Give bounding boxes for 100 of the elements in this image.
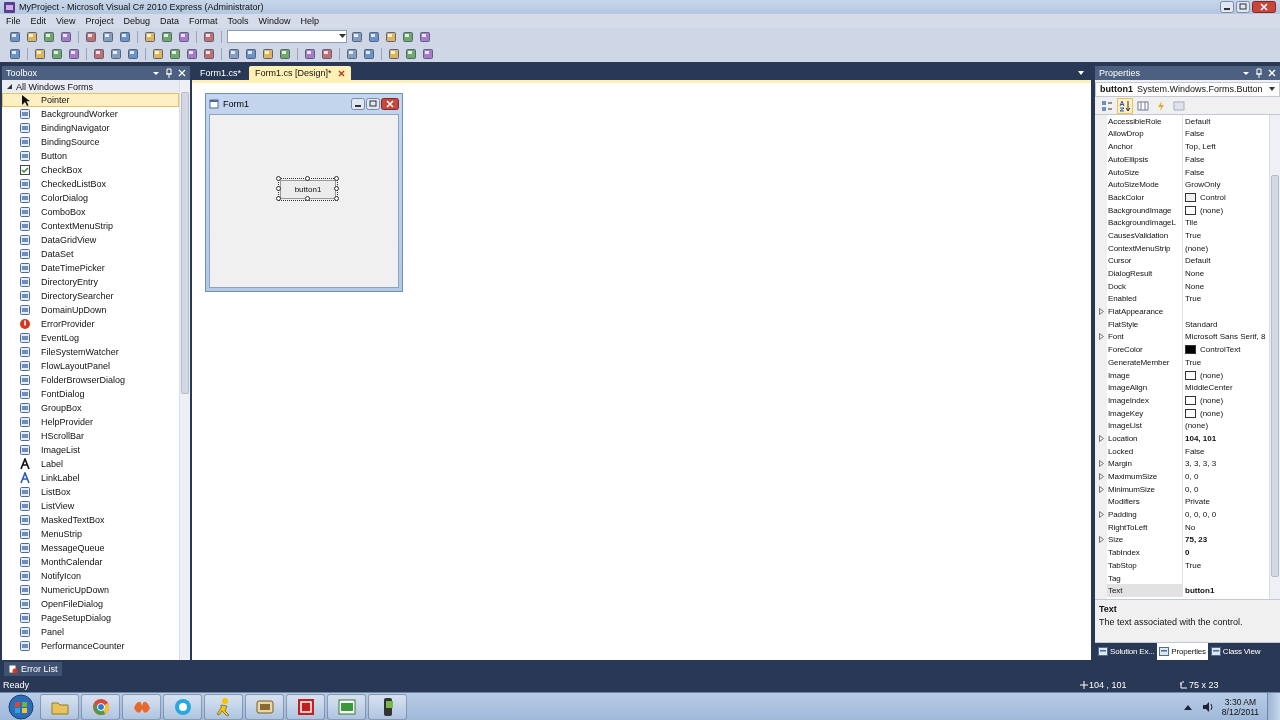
toolbar-button[interactable]: [109, 46, 123, 61]
toolbar-button[interactable]: [350, 29, 364, 44]
toolbox-item[interactable]: BackgroundWorker: [2, 107, 179, 121]
toolbox-item[interactable]: FolderBrowserDialog: [2, 373, 179, 387]
error-list-tab[interactable]: Error List: [4, 662, 62, 676]
toolbar-button[interactable]: [67, 46, 81, 61]
toolbar-button[interactable]: [320, 46, 334, 61]
toolbar-button[interactable]: [418, 29, 432, 44]
minimize-button[interactable]: [351, 98, 365, 110]
property-row[interactable]: AutoSizeMode GrowOnly: [1095, 178, 1269, 192]
menu-item[interactable]: Help: [296, 16, 325, 26]
toolbar-button[interactable]: [101, 29, 115, 44]
toolbar-button[interactable]: [401, 29, 415, 44]
toolbox-item[interactable]: NumericUpDown: [2, 583, 179, 597]
property-row[interactable]: ForeColor ControlText: [1095, 343, 1269, 356]
toolbar-button[interactable]: [42, 29, 56, 44]
menu-item[interactable]: Window: [254, 16, 297, 26]
toolbox-item[interactable]: NotifyIcon: [2, 569, 179, 583]
toolbox-item[interactable]: PageSetupDialog: [2, 611, 179, 625]
toolbox-item[interactable]: ListView: [2, 499, 179, 513]
menu-item[interactable]: Edit: [26, 16, 53, 26]
toolbox-item[interactable]: MaskedTextBox: [2, 513, 179, 527]
toolbox-item[interactable]: LinkLabel: [2, 471, 179, 485]
toolbox-item[interactable]: HScrollBar: [2, 429, 179, 443]
toolbox-item[interactable]: MessageQueue: [2, 541, 179, 555]
property-row[interactable]: ImageIndex (none): [1095, 394, 1269, 407]
property-row[interactable]: MaximumSize 0, 0: [1095, 470, 1269, 483]
toolbar-button[interactable]: [160, 29, 174, 44]
toolbar-button[interactable]: [303, 46, 317, 61]
expand-icon[interactable]: [1098, 333, 1104, 341]
dropdown-icon[interactable]: [152, 69, 160, 77]
resize-handle[interactable]: [305, 196, 310, 201]
toolbox-item[interactable]: Pointer: [2, 93, 179, 107]
toolbar-button[interactable]: [384, 29, 398, 44]
close-button[interactable]: [381, 98, 399, 110]
toolbar-button[interactable]: [8, 29, 22, 44]
menu-item[interactable]: Tools: [223, 16, 255, 26]
toolbar-button[interactable]: [202, 29, 216, 44]
document-tab[interactable]: Form1.cs [Design]*: [249, 66, 351, 80]
group-header[interactable]: All Windows Forms: [2, 80, 179, 93]
toolbox-item[interactable]: DataSet: [2, 247, 179, 261]
taskbar-button[interactable]: [368, 693, 407, 720]
property-row[interactable]: AccessibleRole Default: [1095, 114, 1269, 128]
toolbar-button[interactable]: [404, 46, 418, 61]
toolbar-button[interactable]: [92, 46, 106, 61]
property-row[interactable]: Cursor Default: [1095, 254, 1269, 268]
menu-item[interactable]: File: [2, 16, 27, 26]
toolbox-item[interactable]: GroupBox: [2, 401, 179, 415]
toolbar-button[interactable]: [33, 46, 47, 61]
toolbar-button[interactable]: [421, 46, 435, 61]
toolbox-item[interactable]: ColorDialog: [2, 191, 179, 205]
toolbox-item[interactable]: FlowLayoutPanel: [2, 359, 179, 373]
toolbox-item[interactable]: ContextMenuStrip: [2, 219, 179, 233]
dropdown-icon[interactable]: [1269, 87, 1275, 92]
toolbar-button[interactable]: [387, 46, 401, 61]
form-button[interactable]: button1: [280, 180, 336, 199]
toolbox-item[interactable]: DomainUpDown: [2, 303, 179, 317]
property-row[interactable]: ImageAlign MiddleCenter: [1095, 381, 1269, 395]
menu-item[interactable]: Data: [155, 16, 185, 26]
property-row[interactable]: BackColor Control: [1095, 191, 1269, 204]
menu-item[interactable]: Format: [184, 16, 224, 26]
toolbox-item[interactable]: HelpProvider: [2, 415, 179, 429]
property-row[interactable]: CausesValidation True: [1095, 229, 1269, 242]
pin-icon[interactable]: [1255, 68, 1263, 78]
toolbar-button[interactable]: [168, 46, 182, 61]
toolbox-item[interactable]: BindingNavigator: [2, 121, 179, 135]
property-row[interactable]: TabIndex 0: [1095, 546, 1269, 559]
panel-tab[interactable]: Class View: [1208, 643, 1263, 660]
toolbox-item[interactable]: EventLog: [2, 331, 179, 345]
toolbox-item[interactable]: FileSystemWatcher: [2, 345, 179, 359]
toolbar-button[interactable]: [143, 29, 157, 44]
toolbox-item[interactable]: BindingSource: [2, 135, 179, 149]
toolbox-item[interactable]: CheckedListBox: [2, 177, 179, 191]
toolbox-item[interactable]: ComboBox: [2, 205, 179, 219]
menu-item[interactable]: Project: [81, 16, 120, 26]
property-row[interactable]: Anchor Top, Left: [1095, 140, 1269, 153]
property-row[interactable]: FlatAppearance: [1095, 305, 1269, 318]
toolbox-item[interactable]: MenuStrip: [2, 527, 179, 541]
speaker-icon[interactable]: [1201, 701, 1214, 712]
toolbar-button[interactable]: [345, 46, 359, 61]
toolbar-button[interactable]: [84, 29, 98, 44]
toolbar-button[interactable]: [50, 46, 64, 61]
toolbox-item[interactable]: MonthCalendar: [2, 555, 179, 569]
dropdown-icon[interactable]: [1242, 69, 1250, 77]
toolbox-item[interactable]: DataGridView: [2, 233, 179, 247]
toolbox-item[interactable]: ListBox: [2, 485, 179, 499]
toolbox-item[interactable]: FontDialog: [2, 387, 179, 401]
toolbar-button[interactable]: [118, 29, 132, 44]
panel-tab[interactable]: Solution Ex...: [1096, 643, 1157, 660]
toolbox-item[interactable]: CheckBox: [2, 163, 179, 177]
close-button[interactable]: [1252, 1, 1276, 13]
toolbar-button[interactable]: [362, 46, 376, 61]
dropdown-icon[interactable]: [1077, 69, 1085, 77]
menu-item[interactable]: View: [52, 16, 82, 26]
resize-handle[interactable]: [305, 176, 310, 181]
panel-tab[interactable]: Properties: [1157, 643, 1208, 660]
toolbar-button[interactable]: [151, 46, 165, 61]
object-selector[interactable]: button1 System.Windows.Forms.Button: [1095, 82, 1280, 97]
toolbar-button[interactable]: [59, 29, 73, 44]
minimize-button[interactable]: [1220, 1, 1234, 13]
